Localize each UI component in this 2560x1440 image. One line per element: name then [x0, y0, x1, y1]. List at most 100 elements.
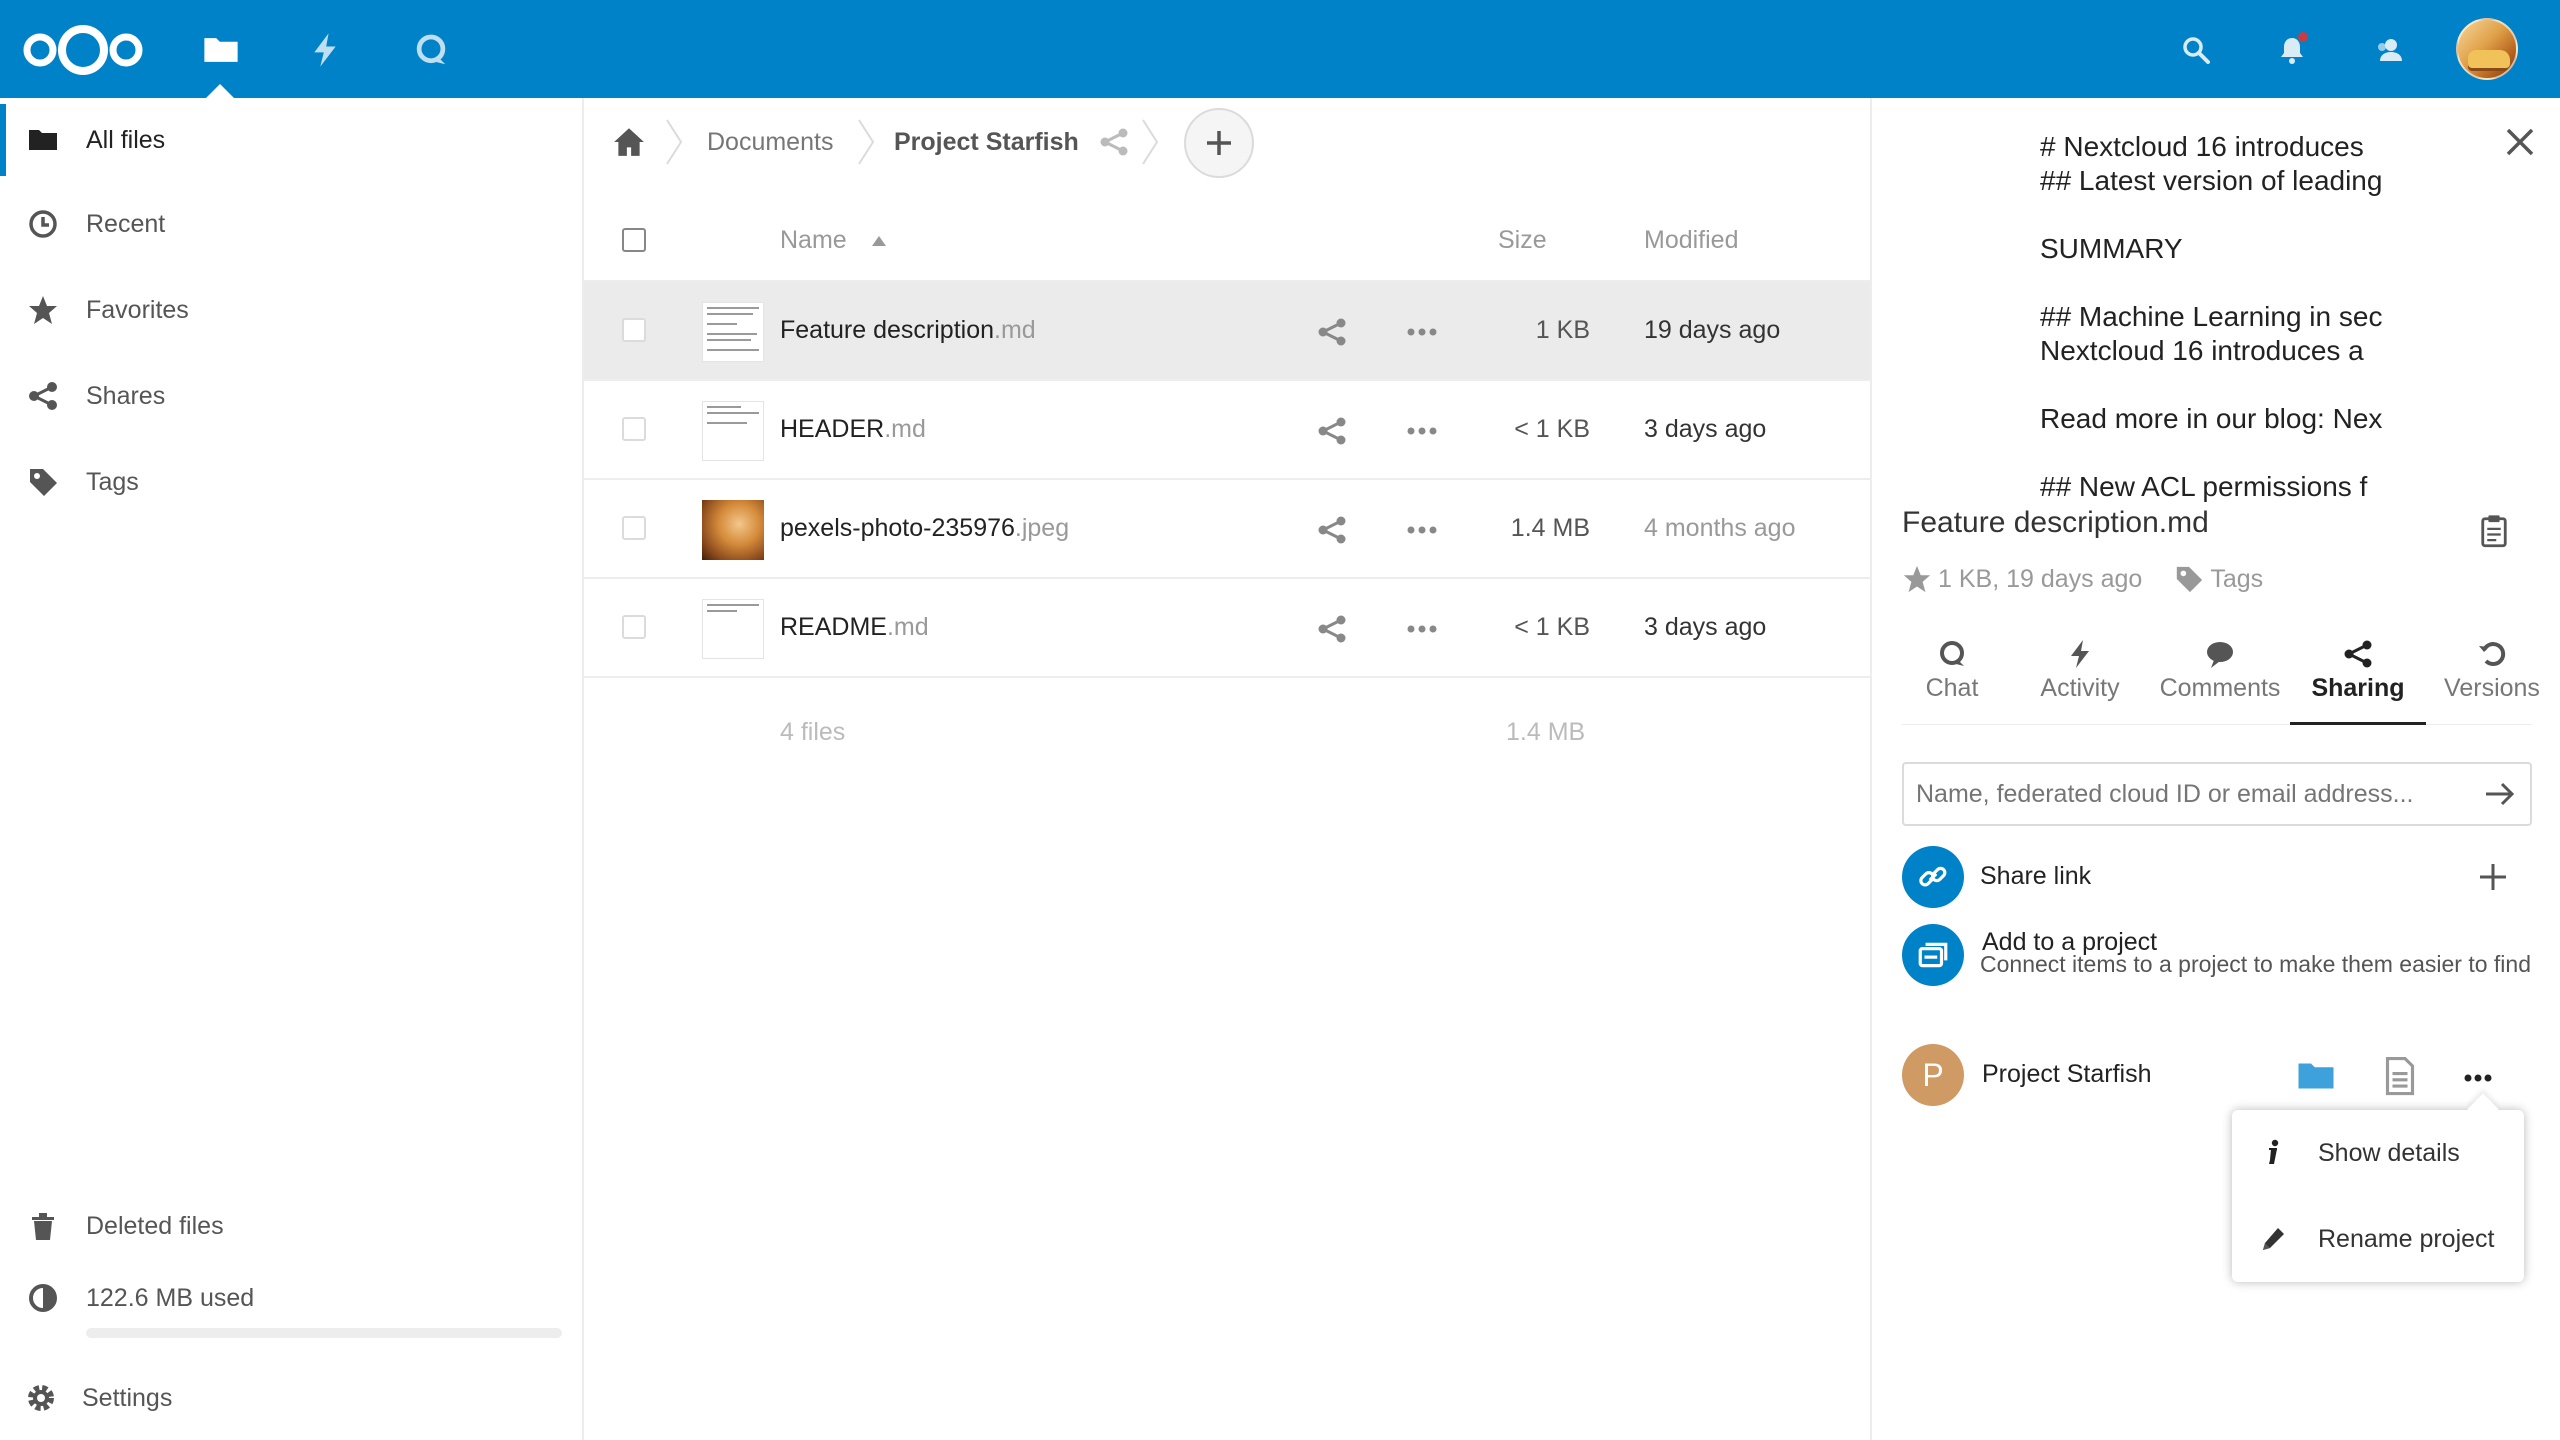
breadcrumb-separator [1142, 119, 1159, 165]
lightning-icon [2071, 640, 2089, 668]
nav-label: Shares [86, 381, 166, 410]
lightning-icon [314, 33, 336, 67]
share-icon[interactable] [1316, 613, 1348, 645]
more-icon[interactable] [1404, 613, 1440, 645]
more-icon[interactable] [2458, 1056, 2498, 1096]
project-add-avatar[interactable] [1902, 924, 1964, 986]
details-sidebar: # Nextcloud 16 introduces ## Latest versi… [1870, 98, 2560, 1440]
history-icon [2479, 642, 2506, 667]
notification-dot [2298, 32, 2308, 42]
file-row[interactable]: pexels-photo-235976.jpeg 1.4 MB 4 months… [584, 480, 1870, 579]
tab-comments[interactable]: Comments [2152, 638, 2288, 716]
more-icon[interactable] [1404, 316, 1440, 348]
pencil-icon [2263, 1228, 2284, 1250]
files-content: Documents Project Starfish Name Size Mod… [584, 98, 1870, 1440]
share-icon[interactable] [1316, 316, 1348, 348]
breadcrumb-project-starfish[interactable]: Project Starfish [894, 98, 1079, 186]
nav-item-shares[interactable]: Shares [0, 356, 582, 436]
nav-item-settings[interactable]: Settings [0, 1358, 582, 1438]
more-icon[interactable] [1404, 415, 1440, 447]
contacts-button[interactable] [2368, 28, 2412, 72]
tab-versions[interactable]: Versions [2432, 638, 2552, 716]
file-row[interactable]: README.md < 1 KB 3 days ago [584, 579, 1870, 678]
image-thumbnail [702, 500, 764, 560]
tabs-divider [1902, 724, 2532, 725]
top-header [0, 0, 2560, 98]
link-icon [1919, 866, 1947, 887]
nav-label: Favorites [86, 295, 189, 324]
nav-item-all-files[interactable]: All files [0, 100, 582, 180]
star-icon[interactable] [1902, 564, 1932, 594]
file-list-header: Name Size Modified [584, 196, 1870, 282]
preview-line: Nextcloud 16 introduces a [2040, 335, 2364, 366]
nav-item-tags[interactable]: Tags [0, 442, 582, 522]
column-size[interactable]: Size [1498, 226, 1547, 255]
pie-chart-icon [26, 1281, 60, 1315]
app-activity-button[interactable] [298, 24, 352, 76]
app-navigation: All files Recent Favorites Shares Tags D… [0, 98, 584, 1440]
folder-icon[interactable] [2296, 1056, 2336, 1096]
file-row[interactable]: Feature description.md 1 KB 19 days ago [584, 282, 1870, 381]
file-preview: # Nextcloud 16 introduces ## Latest versi… [2040, 130, 2400, 506]
comment-icon [2207, 642, 2233, 668]
arrow-right-icon[interactable] [2482, 776, 2518, 812]
select-all-checkbox[interactable] [622, 228, 646, 252]
column-name[interactable]: Name [780, 226, 847, 255]
nav-item-recent[interactable]: Recent [0, 184, 582, 264]
preview-line: # Nextcloud 16 introduces [2040, 131, 2364, 162]
row-checkbox[interactable] [622, 615, 646, 639]
nav-item-favorites[interactable]: Favorites [0, 270, 582, 350]
tags-link[interactable]: Tags [2210, 565, 2263, 594]
sidebar-file-title: Feature description.md [1902, 506, 2209, 539]
file-row[interactable]: HEADER.md < 1 KB 3 days ago [584, 381, 1870, 480]
share-icon[interactable] [1316, 514, 1348, 546]
preview-line: ## Latest version of leading [2040, 165, 2383, 196]
gear-icon [24, 1381, 58, 1415]
breadcrumb-separator [666, 119, 683, 165]
nextcloud-logo-icon[interactable] [22, 22, 144, 78]
menu-item-show-details[interactable]: Show details [2232, 1110, 2524, 1196]
project-name[interactable]: Project Starfish [1982, 1060, 2152, 1089]
clipboard-icon[interactable] [2476, 512, 2512, 548]
search-button[interactable] [2174, 28, 2218, 72]
document-icon[interactable] [2380, 1056, 2420, 1096]
breadcrumb-home[interactable] [612, 98, 646, 186]
nav-item-deleted-files[interactable]: Deleted files [0, 1186, 582, 1266]
row-checkbox[interactable] [622, 417, 646, 441]
close-icon[interactable] [2502, 124, 2538, 160]
home-icon [614, 128, 644, 156]
nav-item-quota[interactable]: 122.6 MB used [0, 1258, 582, 1338]
sidebar-file-meta: 1 KB, 19 days ago Tags [1902, 564, 2263, 594]
nav-label: All files [86, 125, 166, 154]
share-link-label: Share link [1980, 862, 2092, 890]
preview-line: ## Machine Learning in sec [2040, 301, 2383, 332]
more-icon[interactable] [1404, 514, 1440, 546]
tab-sharing[interactable]: Sharing [2290, 638, 2426, 716]
plus-icon[interactable] [2476, 860, 2510, 894]
app-files-button[interactable] [194, 24, 248, 76]
file-name[interactable]: README.md [780, 613, 929, 642]
share-with-input[interactable] [1902, 762, 2532, 826]
tab-activity[interactable]: Activity [2022, 638, 2138, 716]
notifications-button[interactable] [2270, 28, 2314, 72]
new-file-button[interactable] [1184, 108, 1254, 178]
search-icon [2183, 37, 2210, 64]
preview-line [2040, 436, 2400, 470]
preview-line: ## New ACL permissions f [2040, 471, 2368, 502]
share-icon[interactable] [1098, 126, 1130, 158]
app-talk-button[interactable] [404, 24, 458, 76]
add-to-project-description: Connect items to a project to make them … [1980, 951, 2531, 977]
breadcrumb-documents[interactable]: Documents [707, 98, 833, 186]
row-checkbox[interactable] [622, 318, 646, 342]
menu-item-rename-project[interactable]: Rename project [2232, 1196, 2524, 1282]
share-icon[interactable] [1316, 415, 1348, 447]
file-name[interactable]: Feature description.md [780, 316, 1036, 345]
user-avatar[interactable] [2456, 18, 2518, 80]
quota-bar [86, 1328, 562, 1338]
row-checkbox[interactable] [622, 516, 646, 540]
preview-line: Read more in our blog: Nex [2040, 403, 2383, 434]
column-modified[interactable]: Modified [1644, 226, 1739, 255]
file-name[interactable]: HEADER.md [780, 415, 926, 444]
file-name[interactable]: pexels-photo-235976.jpeg [780, 514, 1069, 543]
tab-chat[interactable]: Chat [1902, 638, 2002, 716]
